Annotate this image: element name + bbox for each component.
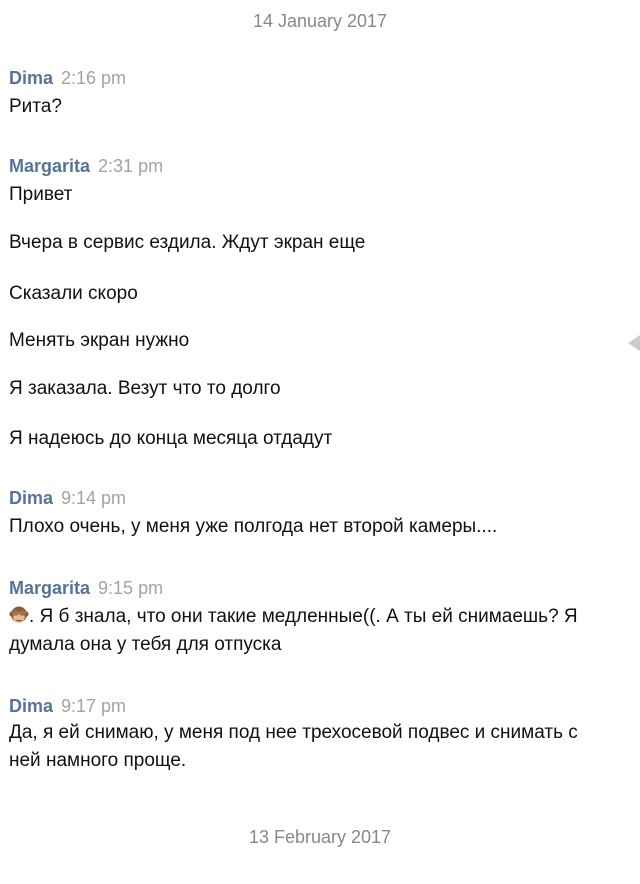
message-text: Я заказала. Везут что то долго (9, 378, 281, 399)
date-separator: 13 February 2017 (248, 827, 392, 847)
sender-name[interactable]: Dima (9, 696, 53, 716)
message-text: Менять экран нужно (9, 330, 190, 351)
message-text: Привет (9, 184, 73, 205)
message-time: 2:16 pm (61, 68, 127, 88)
message-text: Вчера в сервис ездила. Ждут экран еще (9, 232, 366, 253)
message-header: Dima 9:14 pm (9, 488, 126, 509)
message-text: Рита? (9, 96, 62, 117)
message-text-content: . Я б знала, что они такие медленные((. … (9, 606, 578, 655)
message-header: Dima 2:16 pm (9, 68, 126, 89)
message-header: Margarita 9:15 pm (9, 578, 163, 599)
sender-name[interactable]: Margarita (9, 156, 90, 176)
see-no-evil-monkey-icon (9, 606, 29, 623)
message-header: Dima 9:17 pm (9, 696, 126, 717)
message-time: 9:17 pm (61, 696, 127, 716)
message-text: Сказали скоро (9, 283, 138, 304)
date-separator: 14 January 2017 (252, 11, 388, 31)
message-text: Плохо очень, у меня уже полгода нет втор… (9, 516, 498, 537)
sender-name[interactable]: Dima (9, 68, 53, 88)
message-time: 9:15 pm (98, 578, 164, 598)
message-header: Margarita 2:31 pm (9, 156, 163, 177)
message-time: 2:31 pm (98, 156, 164, 176)
triangle-left-icon[interactable] (628, 334, 640, 352)
message-text: Да, я ей снимаю, у меня под нее трехосев… (9, 722, 578, 771)
message-text: Я надеюсь до конца месяца отдадут (9, 428, 333, 449)
message-text-with-emoji: . Я б знала, что они такие медленные((. … (9, 603, 609, 659)
message-time: 9:14 pm (61, 488, 127, 508)
sender-name[interactable]: Dima (9, 488, 53, 508)
sender-name[interactable]: Margarita (9, 578, 90, 598)
